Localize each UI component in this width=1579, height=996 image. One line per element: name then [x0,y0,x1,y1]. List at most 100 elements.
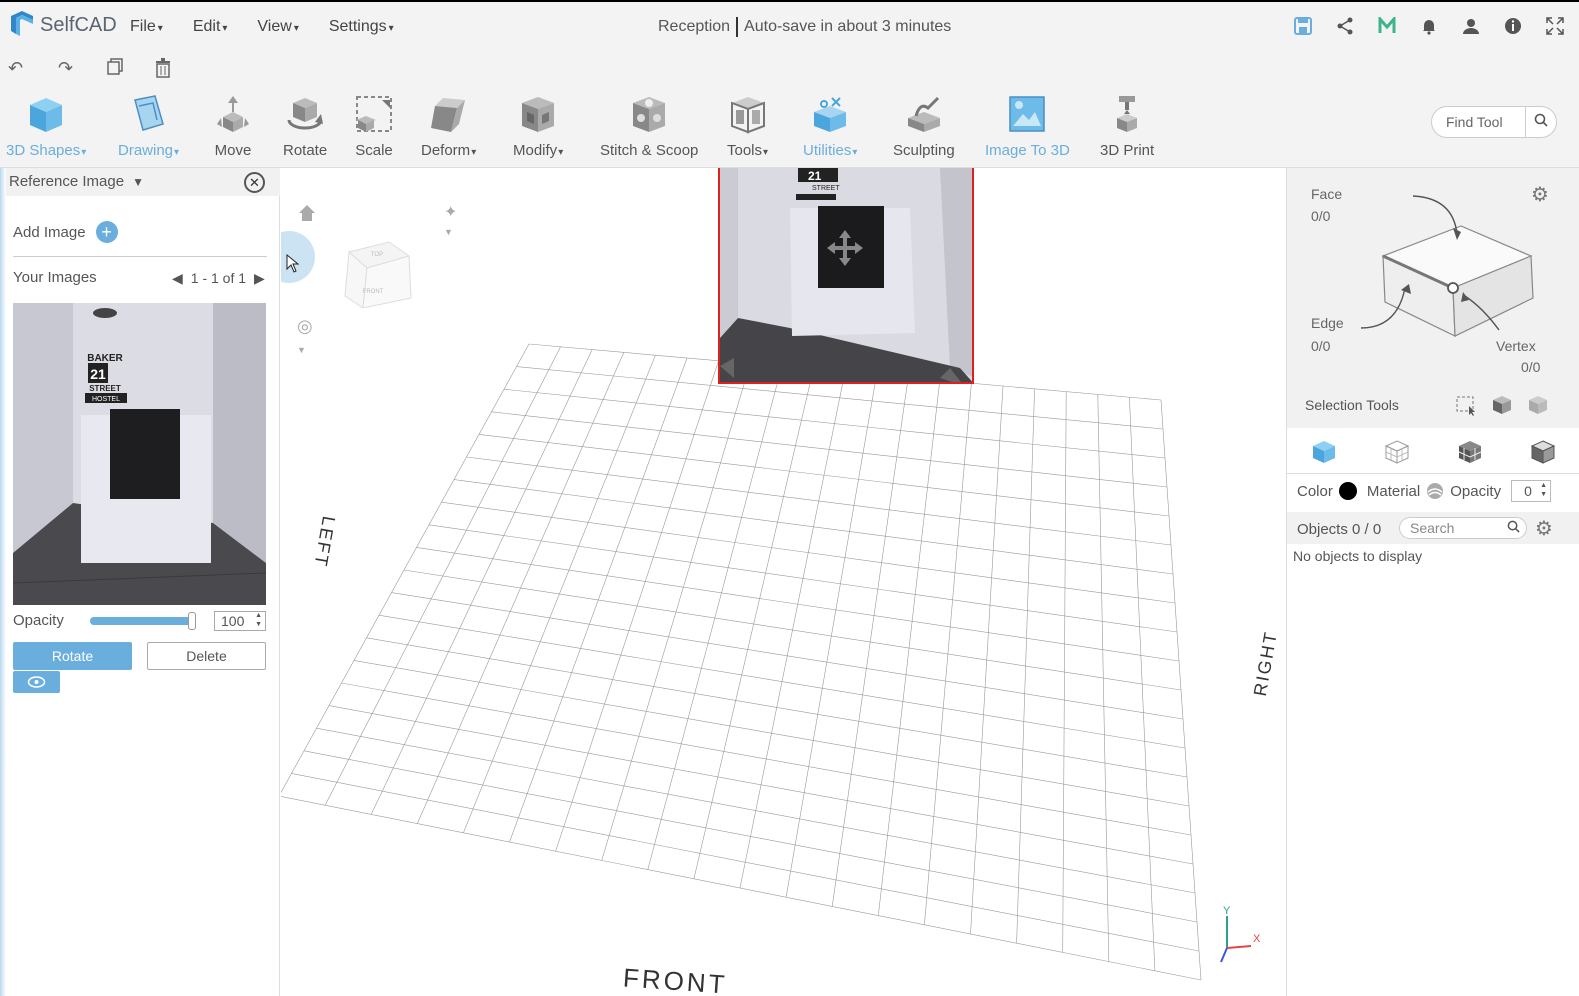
edge-label[interactable]: Edge [1311,315,1344,331]
color-swatch[interactable] [1338,482,1357,500]
opacity-value: 100 [221,613,245,629]
wireframe-mode-icon[interactable] [1384,439,1410,465]
rotate-button[interactable]: Rotate [13,642,132,670]
cube-icon [30,98,63,132]
fullscreen-icon[interactable] [1545,16,1565,36]
delete-button[interactable]: Delete [147,642,266,670]
selfcad-logo[interactable]: SelfCAD [8,10,117,40]
selection-box-diagram [1360,195,1534,337]
tool-utilities[interactable]: Utilities [803,94,857,159]
vertex-count: 0/0 [1521,359,1541,375]
tool-drawing[interactable]: Drawing [118,94,179,159]
box-select-icon[interactable] [1455,394,1477,416]
mesh-mode-icon[interactable] [1457,439,1483,465]
home-icon[interactable] [298,204,316,227]
add-image-row[interactable]: Add Image + [13,221,118,243]
object-opacity-value: 0 [1524,483,1532,499]
empty-objects-message: No objects to display [1293,548,1423,564]
myminifactory-icon[interactable] [1377,16,1397,36]
slider-knob[interactable] [188,612,196,630]
tool-3d-print[interactable]: 3D Print [1100,94,1154,159]
main-menu: File Edit View Settings [130,18,394,36]
image-to-3d-icon [1009,96,1046,132]
solid-mode-icon[interactable] [1311,439,1337,465]
opacity-input[interactable]: 100 ▲ ▼ [214,611,266,631]
tool-label: Modify [513,142,563,159]
tool-label: 3D Print [1100,142,1155,159]
prev-arrow-icon[interactable]: ◀ [172,270,183,287]
logo-icon [11,11,33,36]
close-icon[interactable]: ✕ [244,172,265,193]
search-icon[interactable] [1507,520,1520,536]
slider-fill [90,617,196,625]
navigation-cube[interactable]: TOP FRONT [343,228,413,308]
color-material-row: Color Material Opacity 0 ▲ ▼ [1297,480,1552,502]
search-icon[interactable] [1534,113,1548,130]
save-icon[interactable] [1293,16,1313,36]
opacity-slider[interactable] [90,612,196,630]
axes-gizmo: Y X [1220,906,1261,963]
objects-search-input[interactable]: Search [1399,517,1527,539]
tool-stitch-scoop[interactable]: Stitch & Scoop [600,94,698,159]
copy-icon[interactable] [106,58,124,81]
camera-target-icon[interactable]: ◎ ▼ [297,316,313,358]
axis-y-label: Y [1223,906,1231,917]
autosave-status: Auto-save in about 3 minutes [744,18,952,35]
grid-line-col [1129,397,1156,971]
trash-icon[interactable] [155,58,171,83]
overlay-sign-number: 21 [808,169,822,183]
axis-x-label: X [1253,933,1261,945]
select-object-icon[interactable] [1491,394,1513,416]
move-handle-icon[interactable] [825,228,865,268]
tool-modify[interactable]: Modify [513,94,563,159]
tool-image-to-3d[interactable]: Image To 3D [985,94,1070,159]
next-arrow-icon[interactable]: ▶ [254,270,265,287]
chevron-down-icon[interactable]: ▼ [132,175,144,189]
redo-icon[interactable]: ↷ [58,58,73,79]
material-label: Material [1366,482,1421,500]
find-tool-input[interactable]: Find Tool [1431,106,1557,138]
reference-image-overlay[interactable]: 21 STREET [718,168,974,384]
reference-image-thumbnail[interactable]: BAKER 21 STREET HOSTEL [13,303,266,605]
grid-line-col [1160,399,1202,981]
face-label[interactable]: Face [1311,186,1342,202]
object-opacity-input[interactable]: 0 ▲ ▼ [1511,480,1552,502]
menu-edit[interactable]: Edit [193,18,228,36]
tool-label: Move [214,142,252,159]
light-icon[interactable]: ✦ ▼ [444,202,457,240]
menu-file[interactable]: File [130,18,163,36]
visibility-button[interactable] [13,671,60,693]
material-icon[interactable] [1426,482,1444,500]
panel-header[interactable]: Reference Image ▼ [0,168,280,196]
3d-viewport[interactable]: TOP FRONT ✦ ▼ ◎ ▼ 21 STREET LEFT RIGHT F… [281,168,1286,996]
plus-icon[interactable]: + [95,221,118,243]
spinner-icon[interactable]: ▲ ▼ [1540,481,1547,499]
bell-icon[interactable] [1419,16,1439,36]
tool-tools[interactable]: Tools [727,94,768,159]
tool-move[interactable]: Move [213,94,253,159]
menu-settings[interactable]: Settings [329,18,394,36]
tool-scale[interactable]: Scale [354,94,394,159]
reference-image-panel: Reference Image ▼ ✕ Add Image + Your Imag… [0,168,280,996]
user-icon[interactable] [1461,16,1481,36]
info-icon[interactable] [1503,16,1523,36]
tool-label: Utilities [803,142,857,159]
tool-sculpting[interactable]: Sculpting [893,94,955,159]
face-count: 0/0 [1311,208,1331,224]
tool-label: Stitch & Scoop [600,142,699,159]
spinner-icon[interactable]: ▲ ▼ [255,611,262,629]
undo-icon[interactable]: ↶ [8,58,23,79]
select-faces-icon[interactable] [1527,394,1549,416]
tool-deform[interactable]: Deform [421,94,476,159]
menu-view[interactable]: View [257,18,298,36]
tool-label: Rotate [283,142,328,159]
tool-rotate[interactable]: Rotate [283,94,327,159]
xray-mode-icon[interactable] [1530,439,1556,465]
main-toolbar: 3D Shapes Drawing Move Rotate Scale Defo… [0,88,1579,168]
title-separator [736,17,739,37]
tool-3d-shapes[interactable]: 3D Shapes [6,94,86,159]
document-title[interactable]: Reception [658,18,730,37]
tools-icon [730,97,765,134]
share-icon[interactable] [1335,16,1355,36]
gear-icon[interactable]: ⚙ [1535,516,1553,541]
